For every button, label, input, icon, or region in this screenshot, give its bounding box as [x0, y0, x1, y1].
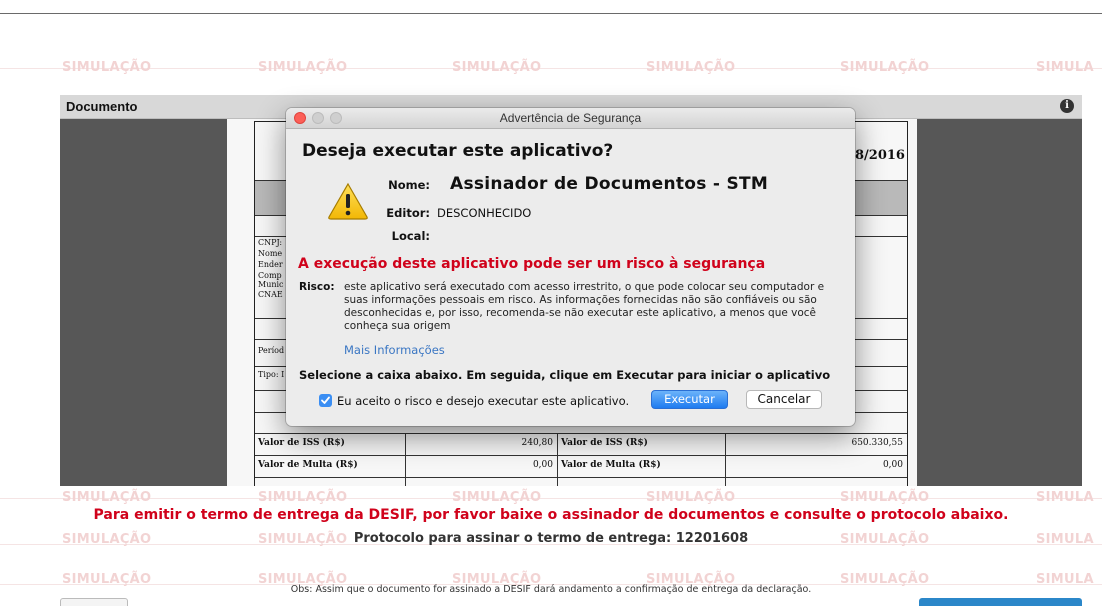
dialog-title: Advertência de Segurança [499, 111, 642, 125]
execute-button[interactable]: Executar [651, 390, 728, 409]
more-information-link[interactable]: Mais Informações [344, 343, 445, 357]
viewer-background-right [917, 119, 1082, 486]
dialog-titlebar[interactable]: Advertência de Segurança [286, 108, 855, 129]
table-cell: Valor de Multa (R$) [561, 460, 661, 470]
field-label: Comp [258, 271, 282, 280]
accept-risk-checkbox[interactable] [319, 394, 332, 407]
watermark-text: SIMULAÇÃO [840, 60, 930, 75]
location-label: Local: [391, 229, 430, 243]
watermark-text: SIMULAÇÃO [62, 60, 152, 75]
field-label: CNPJ: [258, 238, 283, 247]
name-label: Nome: [388, 178, 430, 192]
watermark-text: SIMULAÇÃO [452, 60, 542, 75]
top-divider [0, 13, 1102, 14]
field-label: Ender [258, 260, 283, 269]
field-label: Munic [258, 280, 284, 289]
dialog-question: Deseja executar este aplicativo? [302, 141, 614, 161]
watermark-text: SIMULAÇÃO [258, 490, 348, 505]
risk-description: este aplicativo será executado com acess… [344, 281, 825, 332]
watermark-text: SIMULA [1036, 60, 1094, 75]
watermark-text: SIMULAÇÃO [62, 490, 152, 505]
security-warning-dialog: Advertência de Segurança Deseja executar… [286, 108, 855, 426]
watermark-line [0, 68, 1102, 69]
document-date: 8/2016 [855, 148, 905, 163]
table-cell: 650.330,55 [851, 438, 903, 448]
publisher-value: DESCONHECIDO [437, 206, 532, 220]
instruction-message: Para emitir o termo de entrega da DESIF,… [93, 507, 1009, 523]
watermark-text: SIMULAÇÃO [646, 60, 736, 75]
field-label: Nome [258, 249, 283, 258]
watermark-text: SIMULAÇÃO [258, 60, 348, 75]
table-cell: Valor de ISS (R$) [561, 438, 648, 448]
table-cell: Valor de ISS (R$) [258, 438, 345, 448]
table-cell: 240,80 [521, 438, 554, 448]
table-cell: Valor de Multa (R$) [258, 460, 358, 470]
download-signer-button[interactable] [919, 598, 1082, 606]
back-button[interactable] [60, 598, 128, 606]
application-name: Assinador de Documentos - STM [450, 174, 769, 194]
protocol-line: Protocolo para assinar o termo de entreg… [353, 531, 749, 546]
document-panel-title: Documento [66, 99, 138, 114]
observation-note: Obs: Assim que o documento for assinado … [290, 584, 812, 595]
checkmark-icon [321, 396, 330, 404]
warning-icon [327, 182, 369, 225]
field-label: Períod [258, 346, 285, 355]
cancel-button[interactable]: Cancelar [746, 390, 822, 409]
watermark-text: SIMULAÇÃO [840, 490, 930, 505]
risk-label: Risco: [299, 281, 335, 293]
risk-warning-title: A execução deste aplicativo pode ser um … [298, 256, 766, 272]
watermark-text: SIMULAÇÃO [646, 490, 736, 505]
info-icon[interactable]: i [1060, 99, 1074, 113]
table-cell: 0,00 [532, 460, 553, 470]
viewer-background-left [60, 119, 227, 486]
publisher-label: Editor: [386, 206, 430, 220]
selection-instruction: Selecione a caixa abaixo. Em seguida, cl… [299, 368, 831, 382]
watermark-text: SIMULA [1036, 490, 1094, 505]
table-cell: 0,00 [882, 460, 903, 470]
watermark-line [0, 498, 1102, 499]
field-label: CNAE [258, 290, 283, 299]
field-label: Tipo: I [258, 370, 285, 379]
accept-risk-label[interactable]: Eu aceito o risco e desejo executar este… [337, 394, 629, 408]
watermark-text: SIMULAÇÃO [452, 490, 542, 505]
